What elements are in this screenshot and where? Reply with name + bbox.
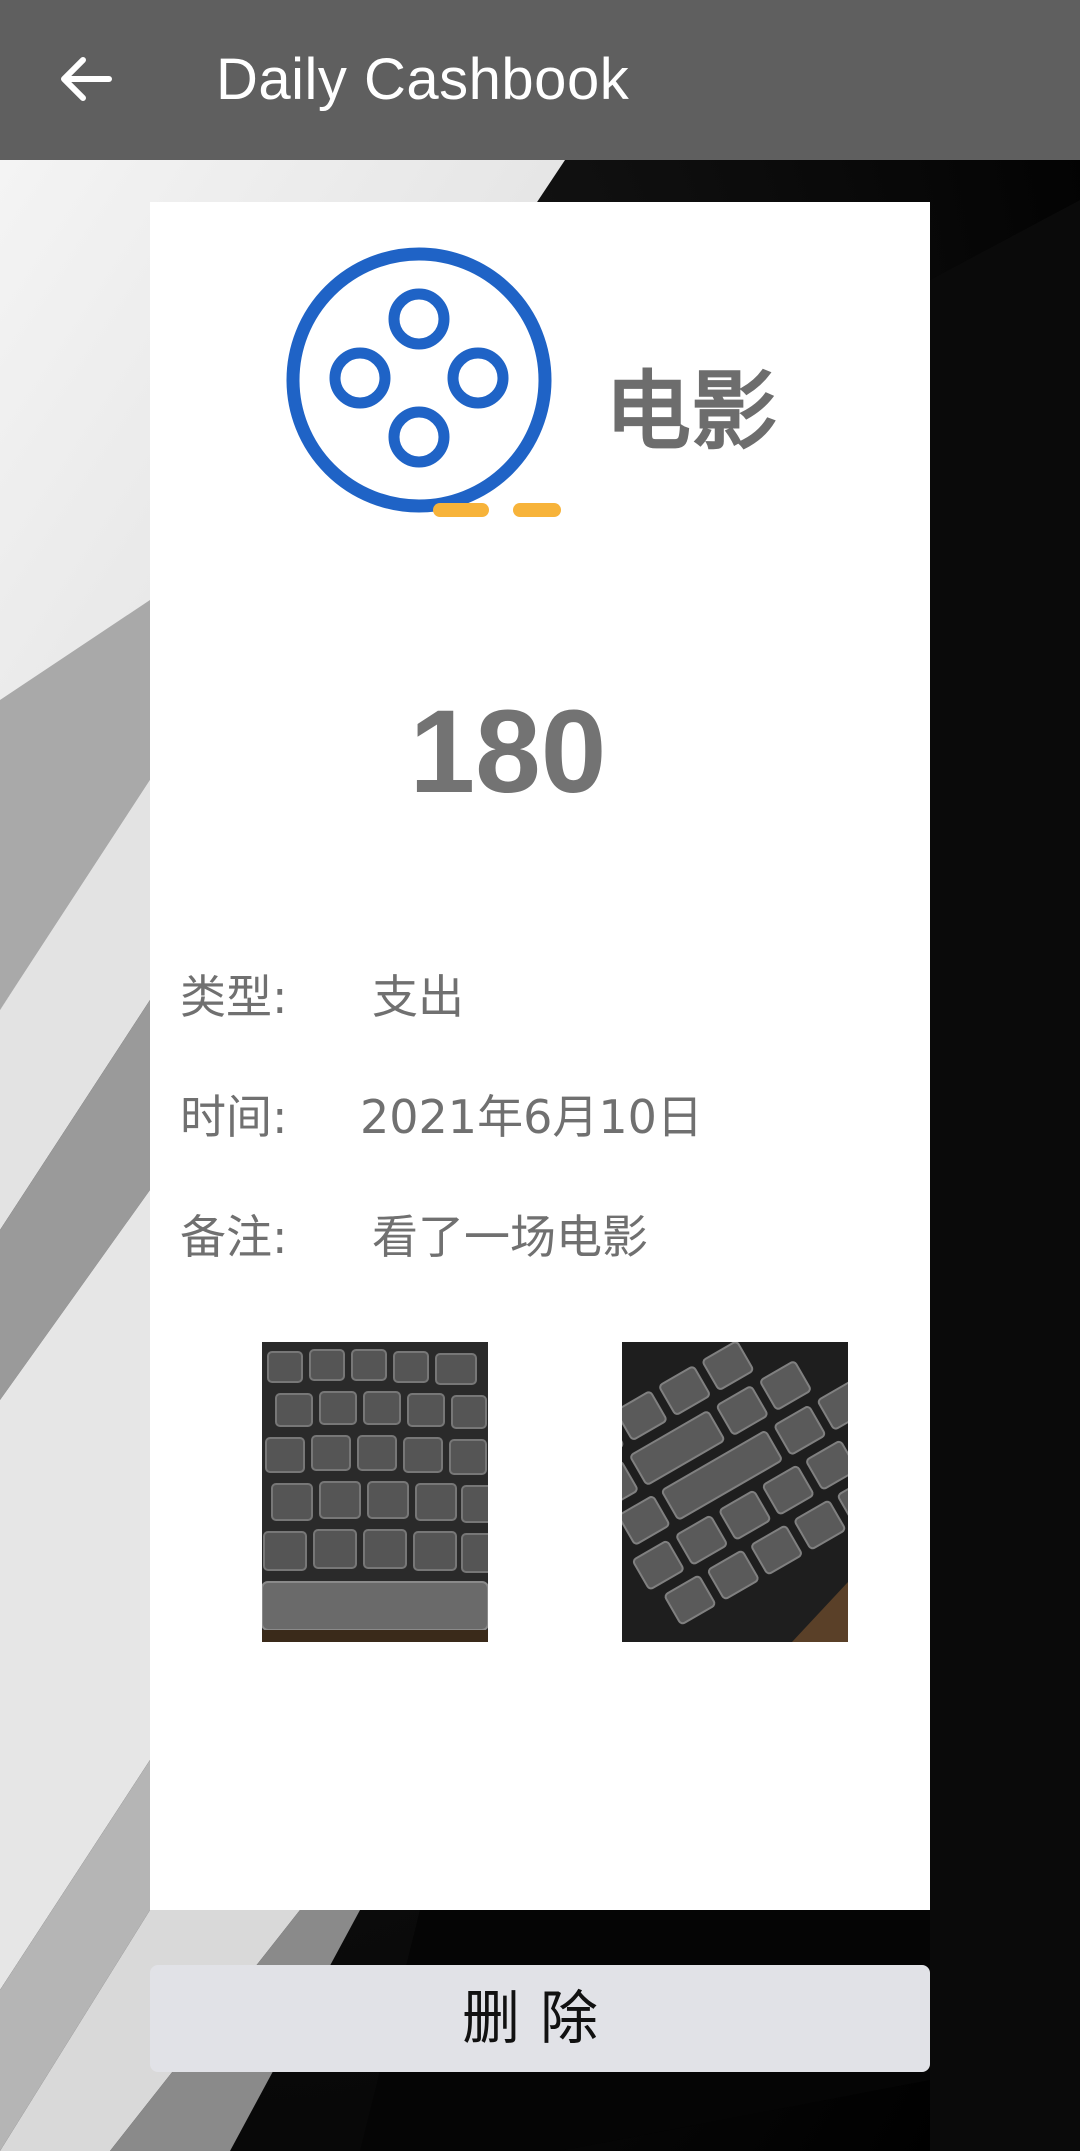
film-reel-icon	[286, 247, 561, 517]
type-value: 支出	[372, 970, 464, 1024]
page-title: Daily Cashbook	[216, 47, 630, 112]
app-bar: Daily Cashbook	[0, 0, 1080, 160]
type-row: 类型: 支出	[180, 962, 900, 1032]
time-value: 2021年6月10日	[360, 1090, 703, 1144]
type-label: 类型:	[180, 970, 288, 1024]
arrow-left-icon	[61, 57, 112, 101]
keyboard-photo	[262, 1342, 488, 1642]
keyboard-photo	[622, 1342, 848, 1642]
amount-value: 180	[409, 686, 607, 818]
note-row: 备注: 看了一场电影	[180, 1202, 900, 1272]
note-value: 看了一场电影	[372, 1210, 648, 1264]
screen: Daily Cashbook 电影 180 类型: 支出 时间: 2021年6月…	[0, 0, 1080, 2151]
record-detail-card: 电影 180 类型: 支出 时间: 2021年6月10日 备注: 看了一场电影	[150, 202, 930, 1910]
attachment-photo-2[interactable]	[622, 1342, 848, 1642]
time-label: 时间:	[180, 1090, 288, 1144]
attachment-photo-1[interactable]	[262, 1342, 488, 1642]
back-button[interactable]	[40, 34, 130, 124]
delete-button[interactable]: 删除	[150, 1965, 930, 2072]
time-row: 时间: 2021年6月10日	[180, 1082, 900, 1152]
note-label: 备注:	[180, 1210, 288, 1264]
category-name: 电影	[605, 362, 777, 462]
